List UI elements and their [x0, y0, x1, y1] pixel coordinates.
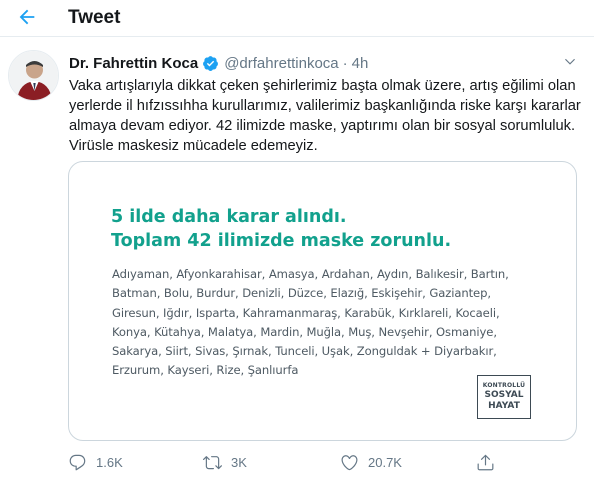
headline-line-1: 5 ilde daha karar alındı. — [111, 207, 347, 227]
reply-button[interactable]: 1.6K — [68, 450, 123, 474]
logo-line-3: HAYAT — [488, 401, 520, 411]
tweet-meta: Dr. Fahrettin Koca @drfahrettinkoca · 4h — [69, 53, 368, 73]
headline-line-2: Toplam 42 ilimizde maske zorunlu. — [111, 231, 452, 251]
image-headline: 5 ilde daha karar alındı. Toplam 42 ilim… — [111, 205, 551, 253]
tweet-time[interactable]: 4h — [352, 55, 369, 72]
tweet-text: Vaka artışlarıyla dikkat çeken şehirleri… — [69, 78, 581, 154]
retweet-count: 3K — [231, 454, 247, 470]
reply-count: 1.6K — [96, 454, 123, 470]
retweet-icon — [203, 455, 222, 469]
like-count: 20.7K — [368, 454, 402, 470]
reply-icon — [69, 454, 86, 470]
top-bar: Tweet — [0, 0, 594, 37]
arrow-left-icon — [19, 9, 35, 25]
kontrollu-sosyal-hayat-logo: KONTROLLÜ SOSYAL HAYAT — [477, 375, 531, 419]
verified-badge-icon — [202, 55, 219, 72]
tweet-image[interactable]: 5 ilde daha karar alındı. Toplam 42 ilim… — [68, 161, 577, 441]
share-icon — [477, 454, 494, 470]
logo-line-1: KONTROLLÜ — [482, 382, 526, 389]
retweet-button[interactable]: 3K — [203, 450, 247, 474]
page-title: Tweet — [68, 7, 121, 28]
avatar-portrait — [9, 51, 58, 100]
back-button[interactable] — [12, 4, 42, 30]
heart-icon — [341, 454, 358, 470]
logo-line-2: SOSYAL — [484, 390, 524, 400]
user-handle[interactable]: @drfahrettinkoca — [224, 55, 338, 72]
avatar[interactable] — [8, 50, 59, 101]
display-name[interactable]: Dr. Fahrettin Koca — [69, 55, 198, 72]
chevron-down-icon — [565, 58, 575, 65]
tweet-actions: 1.6K 3K 20.7K — [0, 450, 594, 474]
share-button[interactable] — [476, 450, 495, 474]
city-list: Adıyaman, Afyonkarahisar, Amasya, Ardaha… — [112, 267, 509, 378]
tweet-options-button[interactable] — [560, 53, 580, 71]
like-button[interactable]: 20.7K — [340, 450, 402, 474]
meta-separator: · — [342, 54, 348, 72]
